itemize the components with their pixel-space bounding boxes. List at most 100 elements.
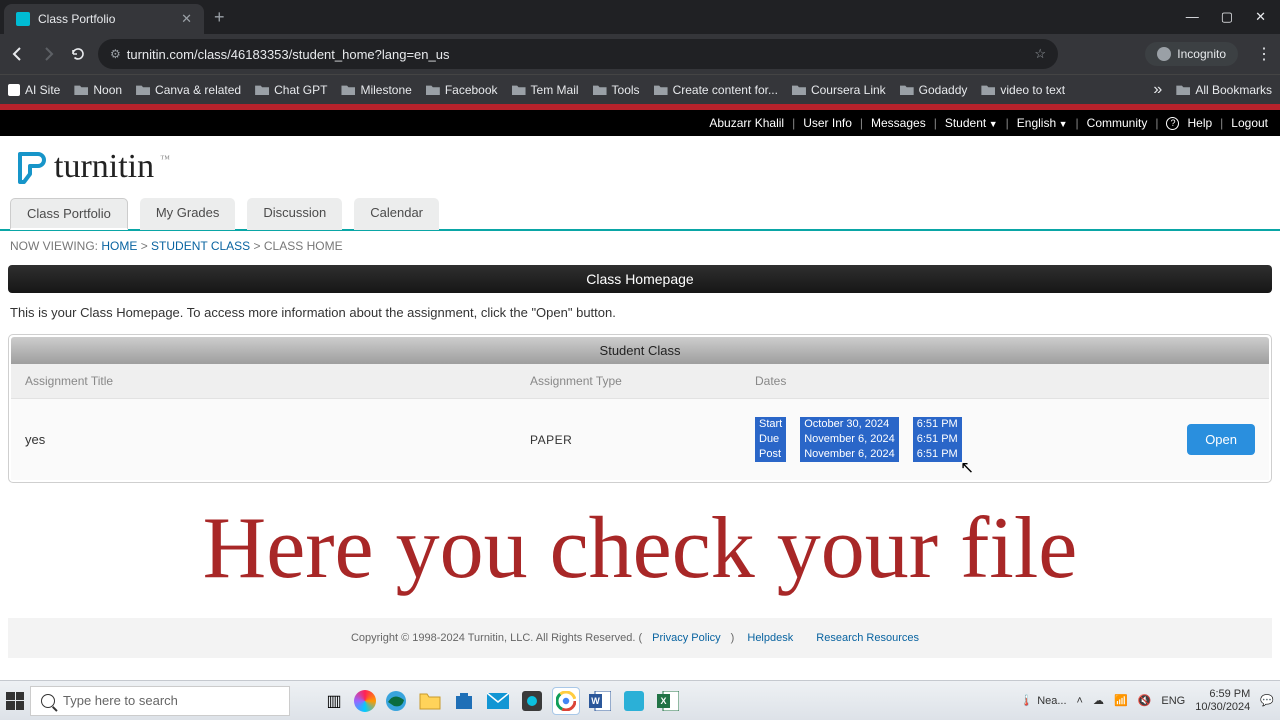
address-bar[interactable]: ⚙ turnitin.com/class/46183353/student_ho…	[98, 39, 1058, 69]
bookmark-item[interactable]: video to text	[981, 83, 1065, 97]
bookmark-star-icon[interactable]: ☆	[1034, 46, 1046, 62]
incognito-label: Incognito	[1177, 47, 1226, 61]
breadcrumb: NOW VIEWING: HOME > STUDENT CLASS > CLAS…	[0, 231, 1280, 261]
tab-class-portfolio[interactable]: Class Portfolio	[10, 198, 128, 230]
date-labels: Start Due Post	[755, 417, 786, 462]
language-dropdown[interactable]: English	[1017, 116, 1068, 130]
bookmark-item[interactable]: Milestone	[341, 83, 411, 97]
mail-icon[interactable]	[484, 687, 512, 715]
weather-widget[interactable]: 🌡️Nea...	[1019, 694, 1066, 707]
minimize-icon[interactable]: —	[1186, 9, 1199, 25]
weather-icon: 🌡️	[1019, 694, 1033, 707]
bookmark-item[interactable]: Tem Mail	[512, 83, 579, 97]
tab-discussion[interactable]: Discussion	[247, 198, 342, 230]
word-icon[interactable]: W	[586, 687, 614, 715]
chrome-icon[interactable]	[552, 687, 580, 715]
notifications-icon[interactable]: 💬	[1260, 694, 1274, 707]
table-row: yes PAPER Start Due Post October 30, 202…	[11, 398, 1269, 480]
privacy-link[interactable]: Privacy Policy	[652, 632, 720, 644]
ms-store-icon[interactable]	[450, 687, 478, 715]
site-settings-icon[interactable]: ⚙	[110, 47, 121, 61]
browser-tab[interactable]: Class Portfolio ✕	[4, 4, 204, 34]
helpdesk-link[interactable]: Helpdesk	[747, 632, 793, 644]
overlay-caption: Here you check your file	[0, 498, 1280, 599]
folder-icon	[900, 84, 914, 95]
svg-text:W: W	[591, 696, 600, 706]
messages-link[interactable]: Messages	[871, 116, 926, 130]
folder-icon	[426, 84, 440, 95]
folder-icon	[512, 84, 526, 95]
folder-icon	[981, 84, 995, 95]
logo-row: turnitin ™	[0, 136, 1280, 198]
turnitin-logo[interactable]: turnitin ™	[16, 148, 170, 186]
col-dates: Dates	[755, 374, 1175, 388]
taskbar-search[interactable]: Type here to search	[30, 686, 290, 716]
file-explorer-icon[interactable]	[416, 687, 444, 715]
bookmark-item[interactable]: Noon	[74, 83, 122, 97]
search-placeholder: Type here to search	[63, 693, 178, 708]
browser-menu-icon[interactable]: ⋮	[1256, 44, 1272, 64]
help-link[interactable]: Help	[1187, 116, 1212, 130]
breadcrumb-student-class[interactable]: STUDENT CLASS	[151, 239, 250, 253]
folder-icon	[74, 84, 88, 95]
tab-title: Class Portfolio	[38, 12, 115, 26]
logout-link[interactable]: Logout	[1231, 116, 1268, 130]
start-button[interactable]	[6, 692, 24, 710]
volume-icon[interactable]: 🔇	[1138, 694, 1152, 707]
table-title: Student Class	[11, 337, 1269, 364]
research-link[interactable]: Research Resources	[816, 632, 919, 644]
user-name-link[interactable]: Abuzarr Khalil	[709, 116, 784, 130]
close-window-icon[interactable]: ✕	[1255, 9, 1266, 25]
date-times: 6:51 PM 6:51 PM 6:51 PM	[913, 417, 962, 462]
edge-icon[interactable]	[382, 687, 410, 715]
bookmark-item[interactable]: Create content for...	[654, 83, 778, 97]
clock[interactable]: 6:59 PM 10/30/2024	[1195, 688, 1250, 714]
task-view-icon[interactable]: ▥	[320, 687, 348, 715]
app2-icon[interactable]	[620, 687, 648, 715]
folder-icon	[136, 84, 150, 95]
open-button[interactable]: Open	[1187, 424, 1255, 455]
copilot-icon[interactable]	[354, 690, 376, 712]
page-tabs: Class Portfolio My Grades Discussion Cal…	[0, 198, 1280, 231]
incognito-icon	[1157, 47, 1171, 61]
tab-close-icon[interactable]: ✕	[181, 11, 192, 27]
language-indicator[interactable]: ENG	[1161, 695, 1185, 707]
folder-icon	[654, 84, 668, 95]
section-header: Class Homepage	[8, 265, 1272, 293]
breadcrumb-current: CLASS HOME	[264, 239, 343, 253]
breadcrumb-home[interactable]: HOME	[101, 239, 137, 253]
new-tab-button[interactable]: +	[214, 7, 225, 28]
tab-calendar[interactable]: Calendar	[354, 198, 439, 230]
app-icon[interactable]	[518, 687, 546, 715]
tray-chevron-icon[interactable]: ˄	[1077, 695, 1083, 707]
bookmark-item[interactable]: Facebook	[426, 83, 498, 97]
breadcrumb-prefix: NOW VIEWING:	[10, 239, 98, 253]
tab-my-grades[interactable]: My Grades	[140, 198, 236, 230]
onedrive-icon[interactable]: ☁	[1093, 694, 1104, 707]
reload-button[interactable]	[68, 44, 88, 64]
bookmark-item[interactable]: Chat GPT	[255, 83, 327, 97]
wifi-icon[interactable]: 📶	[1114, 694, 1128, 707]
logo-text: turnitin	[54, 148, 154, 186]
maximize-icon[interactable]: ▢	[1221, 9, 1233, 25]
bookmark-item[interactable]: Coursera Link	[792, 83, 886, 97]
back-button[interactable]	[8, 44, 28, 64]
excel-icon[interactable]: X	[654, 687, 682, 715]
bookmark-item[interactable]: Canva & related	[136, 83, 241, 97]
col-title: Assignment Title	[25, 374, 530, 388]
forward-button[interactable]	[38, 44, 58, 64]
table-header-row: Assignment Title Assignment Type Dates	[11, 364, 1269, 398]
bookmark-item[interactable]: Godaddy	[900, 83, 968, 97]
col-type: Assignment Type	[530, 374, 755, 388]
community-link[interactable]: Community	[1087, 116, 1148, 130]
incognito-badge[interactable]: Incognito	[1145, 42, 1238, 66]
role-dropdown[interactable]: Student	[945, 116, 998, 130]
folder-icon	[341, 84, 355, 95]
bookmark-item[interactable]: Tools	[593, 83, 640, 97]
all-bookmarks-button[interactable]: All Bookmarks	[1176, 83, 1272, 97]
bookmark-item[interactable]: AI Site	[8, 83, 60, 97]
search-icon	[41, 694, 55, 708]
bookmarks-overflow-icon[interactable]: »	[1153, 81, 1162, 99]
user-info-link[interactable]: User Info	[803, 116, 852, 130]
assignment-title: yes	[25, 432, 530, 447]
